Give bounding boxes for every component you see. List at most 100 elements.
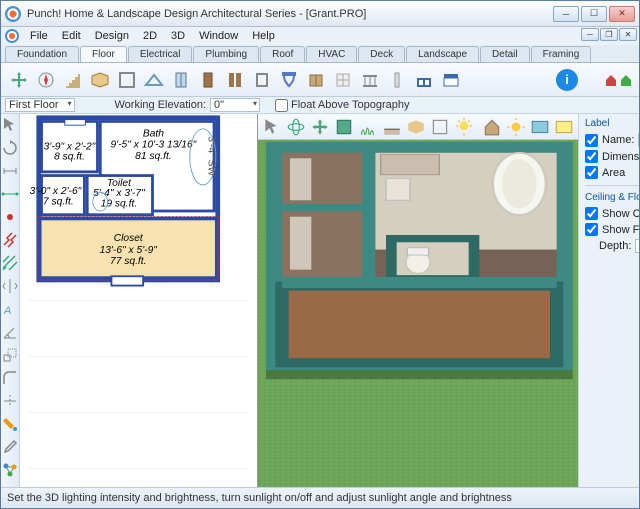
tab-landscape[interactable]: Landscape [406,46,479,62]
tab-deck[interactable]: Deck [358,46,405,62]
break-tool-icon[interactable] [1,231,19,249]
titlebar[interactable]: Punch! Home & Landscape Design Architect… [1,1,639,27]
closet-dim: 13'-6" x 5'-9" [100,245,159,256]
cabinet-icon[interactable] [304,68,328,92]
float-topography-checkbox[interactable] [275,99,288,112]
category-tabs: Foundation Floor Electrical Plumbing Roo… [1,45,639,63]
area-checkbox[interactable] [585,166,598,179]
menu-app-icon [5,29,19,43]
eyedropper-tool-icon[interactable] [1,438,19,456]
name-input[interactable] [638,133,639,147]
tab-framing[interactable]: Framing [531,46,592,62]
menu-window[interactable]: Window [192,29,245,43]
tab-foundation[interactable]: Foundation [5,46,79,62]
flip-tool-icon[interactable] [1,277,19,295]
show-floor-checkbox[interactable] [585,223,598,236]
info-icon[interactable]: i [556,69,578,91]
menu-design[interactable]: Design [88,29,136,43]
floor-select[interactable]: First Floor [5,98,75,112]
trim-tool-icon[interactable] [1,392,19,410]
menu-2d[interactable]: 2D [136,29,164,43]
measure-tool-icon[interactable] [1,162,19,180]
tab-hvac[interactable]: HVAC [306,46,357,62]
floor-icon[interactable] [88,68,112,92]
texture-3d-icon[interactable] [334,117,354,137]
plan-2d-view[interactable]: Bath 9'-5" x 10'-3 13/16" 81 sq.ft. 3'-4… [20,114,258,487]
tab-floor[interactable]: Floor [80,46,127,62]
roof-slope-icon[interactable] [142,68,166,92]
curtain-icon[interactable] [277,68,301,92]
fillet-tool-icon[interactable] [1,369,19,387]
pointer-3d-icon[interactable] [262,117,282,137]
svg-text:A: A [3,305,11,317]
hatch-tool-icon[interactable] [1,254,19,272]
options-bar: First Floor Working Elevation: 0" Float … [1,97,639,114]
menu-3d[interactable]: 3D [164,29,192,43]
close-button[interactable]: ✕ [609,6,635,22]
doc-restore-button[interactable]: ❐ [600,28,618,41]
app-window: Punch! Home & Landscape Design Architect… [0,0,640,509]
elevation-value[interactable]: 0" [210,98,260,112]
statusbar: Set the 3D lighting intensity and bright… [1,487,639,508]
name-checkbox[interactable] [585,134,598,147]
label-section-header: Label [585,118,639,129]
settings-3d-icon[interactable] [554,117,574,137]
tab-electrical[interactable]: Electrical [128,46,193,62]
paint-tool-icon[interactable] [1,415,19,433]
left-toolbar: A [1,114,20,487]
window-icon[interactable] [169,68,193,92]
menu-edit[interactable]: Edit [55,29,88,43]
doc-close-button[interactable]: ✕ [619,28,637,41]
toolbar-3d [258,114,578,140]
point-tool-icon[interactable] [1,208,19,226]
minimize-button[interactable]: ─ [553,6,579,22]
floor-3d-icon[interactable] [406,117,426,137]
depth-input[interactable] [635,239,639,253]
menu-help[interactable]: Help [245,29,282,43]
menubar: File Edit Design 2D 3D Window Help ─ ❐ ✕ [1,27,639,45]
compass-icon[interactable] [34,68,58,92]
scale-tool-icon[interactable] [1,346,19,364]
grid-icon[interactable] [331,68,355,92]
menu-file[interactable]: File [23,29,55,43]
move-tool-icon[interactable] [7,68,31,92]
show-ceiling-checkbox[interactable] [585,207,598,220]
closet-name: Closet [114,233,144,244]
viewport-3d[interactable] [258,140,578,487]
house-preset-icon[interactable] [604,73,633,87]
sun-3d-icon[interactable] [506,117,526,137]
preview-3d-icon[interactable] [530,117,550,137]
pointer-tool-icon[interactable] [1,116,19,134]
house-3d-icon[interactable] [482,117,502,137]
opening-icon[interactable] [250,68,274,92]
tab-plumbing[interactable]: Plumbing [193,46,259,62]
tab-detail[interactable]: Detail [480,46,530,62]
lighting-3d-icon[interactable] [454,117,474,137]
text-tool-icon[interactable]: A [1,300,19,318]
ceiling-icon[interactable] [439,68,463,92]
level-3d-icon[interactable] [382,117,402,137]
doc-minimize-button[interactable]: ─ [581,28,599,41]
orbit-3d-icon[interactable] [286,117,306,137]
molecule-tool-icon[interactable] [1,461,19,479]
dimensions-checkbox[interactable] [585,150,598,163]
wall-icon[interactable] [115,68,139,92]
maximize-button[interactable]: ☐ [581,6,607,22]
stairs-icon[interactable] [61,68,85,92]
rotate-tool-icon[interactable] [1,139,19,157]
float-topography-label: Float Above Topography [291,99,409,111]
closet-area: 77 sq.ft. [110,256,146,267]
angular-dim-icon[interactable] [1,323,19,341]
grass-3d-icon[interactable] [358,117,378,137]
dimension-tool-icon[interactable] [1,185,19,203]
bath-dim: 9'-5" x 10'-3 13/16" [110,140,197,151]
tab-roof[interactable]: Roof [260,46,305,62]
frame-3d-icon[interactable] [430,117,450,137]
column-icon[interactable] [385,68,409,92]
railing-icon[interactable] [358,68,382,92]
app-icon [5,6,21,22]
pan-3d-icon[interactable] [310,117,330,137]
door-icon[interactable] [196,68,220,92]
double-door-icon[interactable] [223,68,247,92]
interior-icon[interactable] [412,68,436,92]
